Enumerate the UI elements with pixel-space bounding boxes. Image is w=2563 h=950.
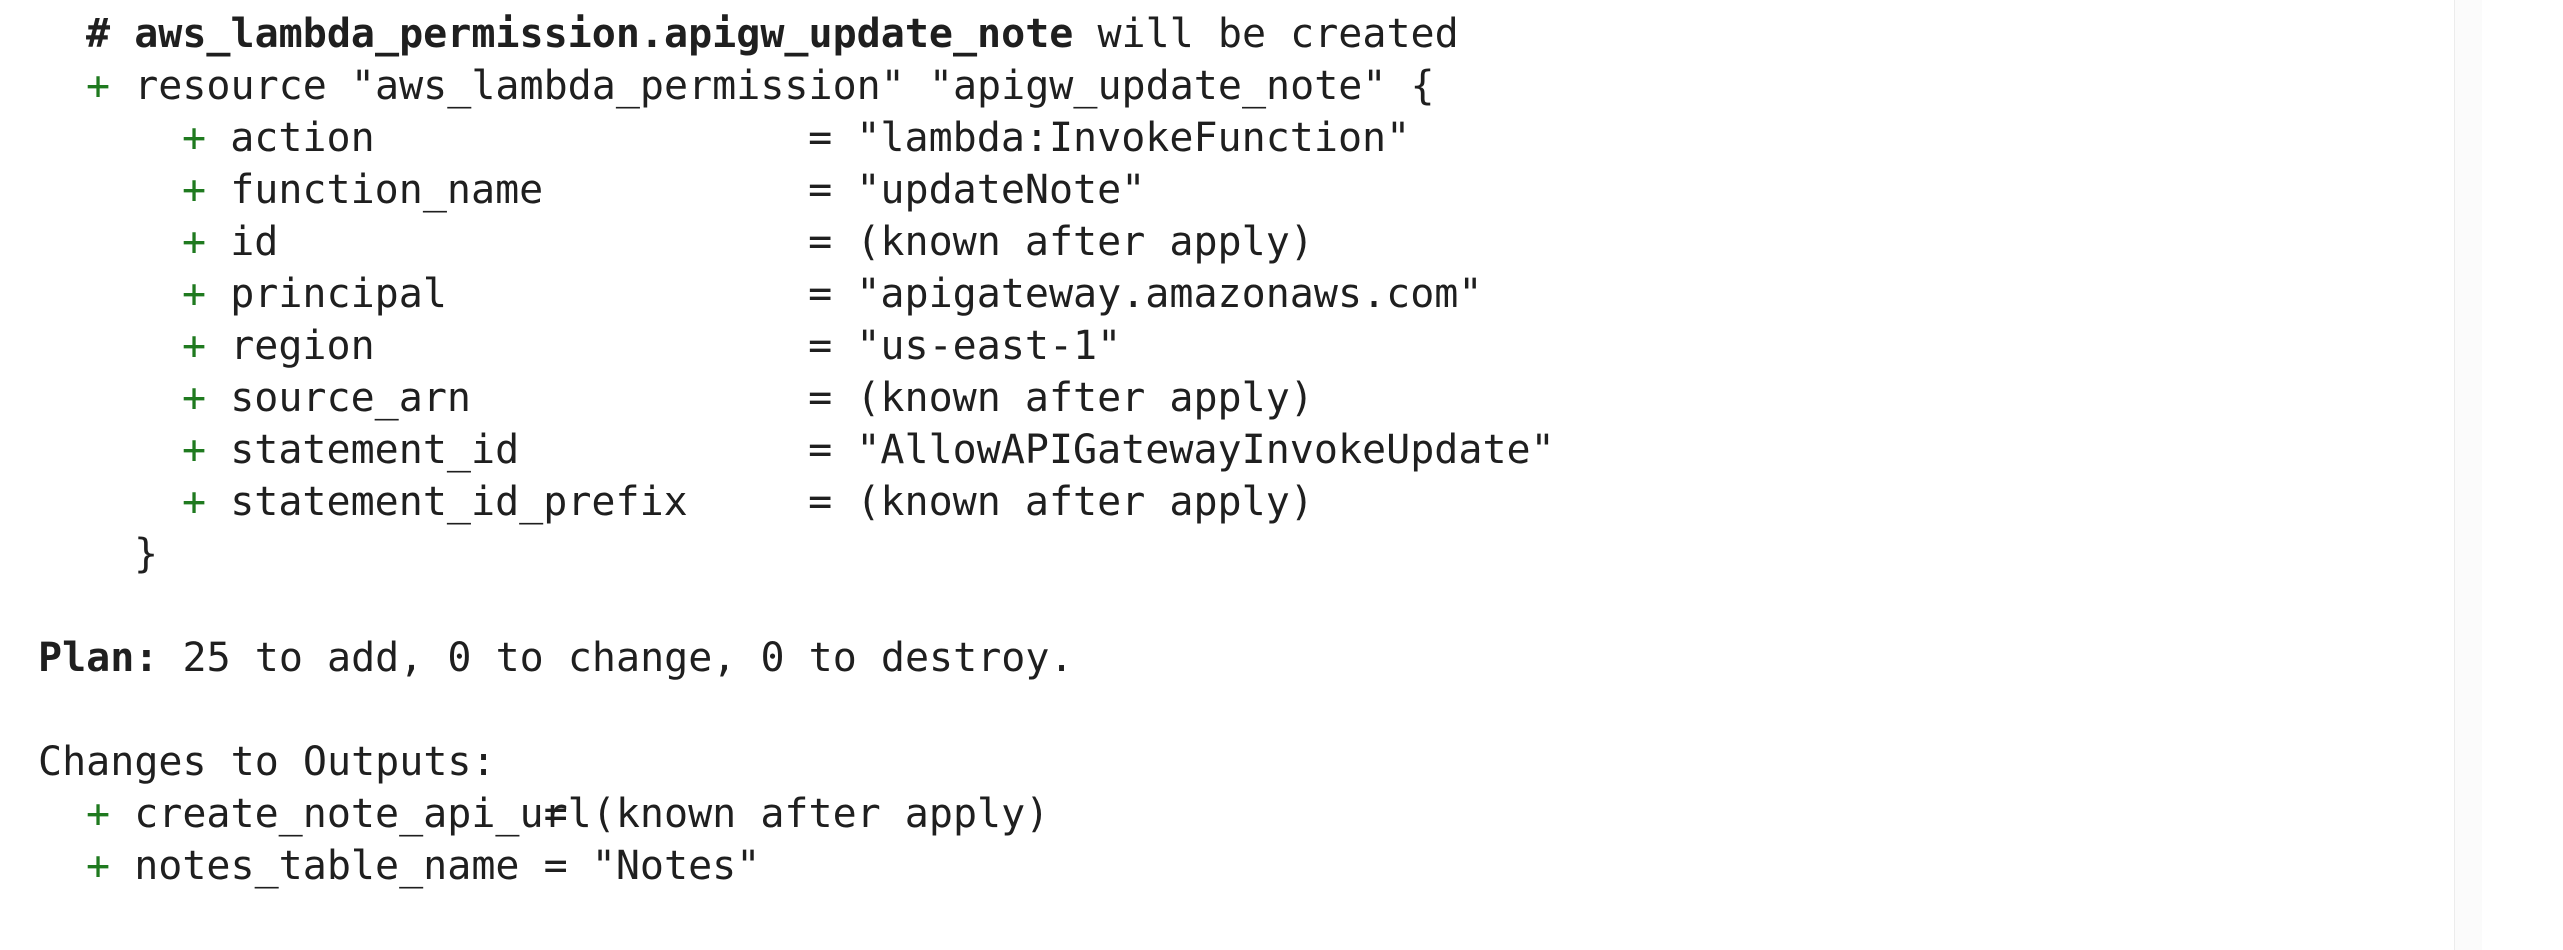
attribute-key: function_name [230, 167, 544, 213]
attribute-key: principal [230, 271, 447, 317]
attribute-line: + function_name = "updateNote" [38, 164, 1555, 216]
output-line: + create_note_api_url= (known after appl… [38, 788, 1555, 840]
resource-address: aws_lambda_permission.apigw_update_note [134, 11, 1074, 57]
attribute-value: = "apigateway.amazonaws.com" [808, 271, 1483, 317]
attribute-key: id [230, 219, 279, 265]
attribute-value: = "AllowAPIGatewayInvokeUpdate" [808, 427, 1555, 473]
plus-sign: + [86, 791, 111, 837]
attribute-line: + principal = "apigateway.amazonaws.com" [38, 268, 1555, 320]
output-key: create_note_api_url [134, 791, 592, 837]
attribute-line: + statement_id_prefix = (known after appl… [38, 476, 1555, 528]
plan-summary-line: Plan: 25 to add, 0 to change, 0 to destr… [38, 632, 1555, 684]
plus-sign: + [182, 271, 207, 317]
plus-sign: + [182, 167, 207, 213]
attribute-key: action [230, 115, 375, 161]
attribute-line: + region = "us-east-1" [38, 320, 1555, 372]
plus-sign: + [182, 323, 207, 369]
attribute-key: region [230, 323, 375, 369]
attribute-line: + statement_id = "AllowAPIGatewayInvokeUp… [38, 424, 1555, 476]
resource-declaration: resource "aws_lambda_permission" "apigw_… [134, 63, 1435, 109]
plus-sign: + [182, 219, 207, 265]
attribute-line: + id = (known after apply) [38, 216, 1555, 268]
attribute-value: = (known after apply) [808, 375, 1314, 421]
attribute-value: = (known after apply) [808, 479, 1314, 525]
plus-sign: + [182, 115, 207, 161]
vertical-scrollbar[interactable] [2454, 0, 2484, 950]
attribute-line: + source_arn = (known after apply) [38, 372, 1555, 424]
output-value: = (known after apply) [543, 791, 1050, 837]
terraform-plan-output: # aws_lambda_permission.apigw_update_not… [38, 8, 1555, 892]
output-line: + notes_table_name = "Notes" [38, 840, 1555, 892]
attribute-line: + action = "lambda:InvokeFunction" [38, 112, 1555, 164]
attribute-value: = "us-east-1" [808, 323, 1122, 369]
side-panel-edge [2482, 0, 2563, 950]
plus-sign: + [182, 375, 207, 421]
attribute-key: statement_id_prefix [230, 479, 688, 525]
plus-sign: + [86, 843, 111, 889]
attribute-value: = (known after apply) [808, 219, 1314, 265]
attribute-key: source_arn [230, 375, 472, 421]
resource-comment-suffix: will be created [1073, 11, 1459, 57]
plus-sign: + [182, 479, 207, 525]
resource-closing-brace: } [134, 531, 159, 577]
output-value: = "Notes" [543, 843, 761, 889]
outputs-title: Changes to Outputs: [38, 739, 496, 785]
comment-hash: # [86, 11, 111, 57]
plan-label: Plan: [38, 635, 159, 681]
attribute-value: = "updateNote" [808, 167, 1146, 213]
attribute-value: = "lambda:InvokeFunction" [808, 115, 1411, 161]
plan-summary: 25 to add, 0 to change, 0 to destroy. [158, 635, 1074, 681]
terminal-viewport: # aws_lambda_permission.apigw_update_not… [0, 0, 2563, 950]
resource-header-line: + resource "aws_lambda_permission" "apig… [38, 60, 1555, 112]
output-key: notes_table_name [134, 843, 520, 889]
plus-sign: + [86, 63, 111, 109]
plus-sign: + [182, 427, 207, 473]
resource-comment-line: # aws_lambda_permission.apigw_update_not… [38, 8, 1555, 60]
attribute-key: statement_id [230, 427, 520, 473]
